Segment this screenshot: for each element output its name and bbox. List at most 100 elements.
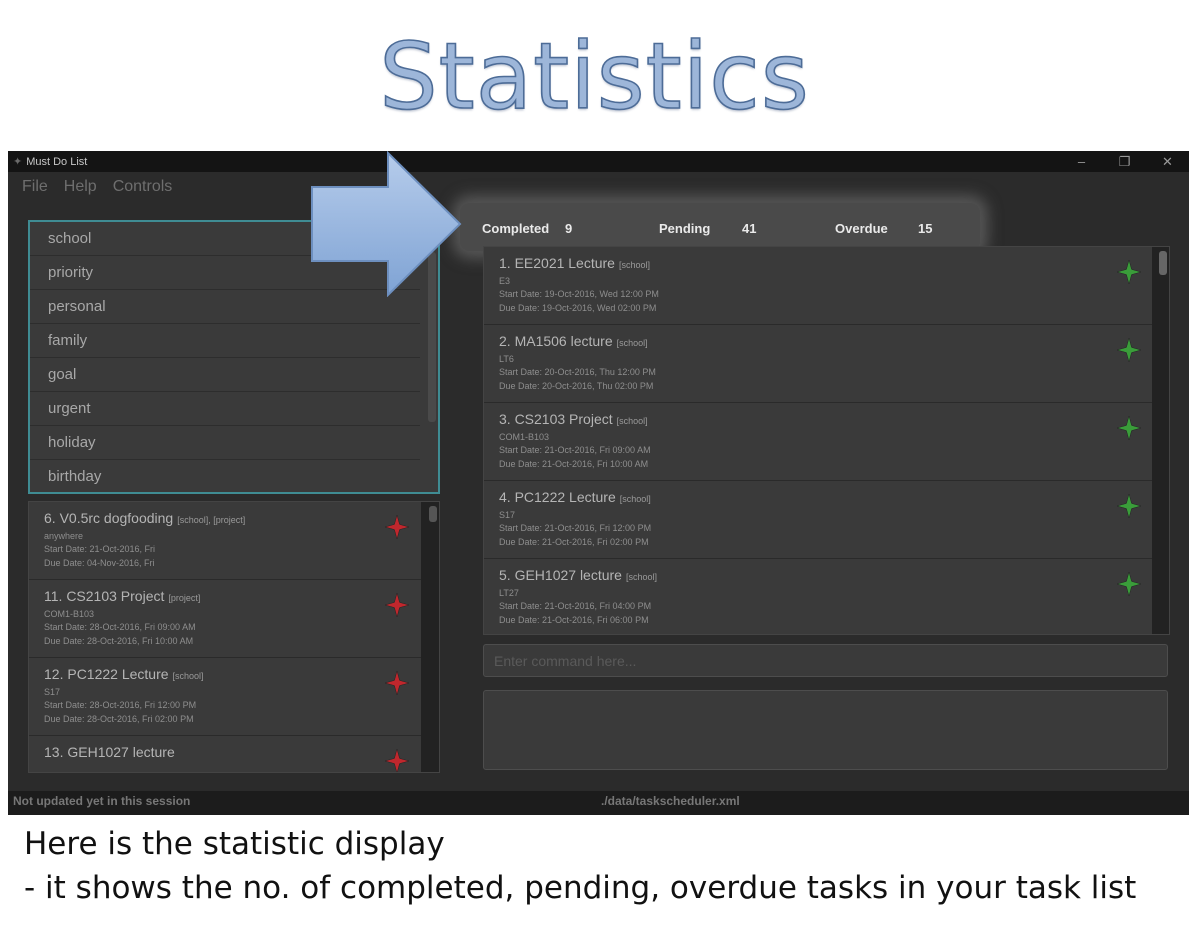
task-list[interactable]: 1. EE2021 Lecture [school] E3 Start Date: 1…	[483, 246, 1170, 635]
task-card[interactable]: 1. EE2021 Lecture [school] E3 Start Date: 1…	[484, 247, 1152, 325]
task-start: Start Date: 21-Oct-2016, Fri 12:00 PM	[499, 523, 652, 533]
green-star-icon	[1116, 571, 1142, 597]
sync-status: Not updated yet in this session	[13, 794, 191, 808]
tag-item[interactable]: holiday	[30, 426, 420, 460]
task-tags: [school]	[172, 671, 204, 681]
command-input[interactable]: Enter command here...	[483, 644, 1168, 677]
task-name: 2. MA1506 lecture	[499, 333, 613, 349]
tag-item[interactable]: family	[30, 324, 420, 358]
pending-count: 41	[742, 221, 757, 236]
task-due: Due Date: 28-Oct-2016, Fri 10:00 AM	[44, 636, 194, 646]
task-card[interactable]: 13. GEH1027 lecture	[29, 736, 421, 772]
task-card[interactable]: 3. CS2103 Project [school] COM1-B103 Start …	[484, 403, 1152, 481]
task-due: Due Date: 21-Oct-2016, Fri 10:00 AM	[499, 459, 649, 469]
red-star-icon	[384, 670, 410, 696]
save-location: ./data/taskscheduler.xml	[601, 794, 740, 808]
app-window: ✦ Must Do List – ❐ ✕ File Help Controls …	[8, 151, 1189, 815]
slide-title: Statistics	[378, 22, 810, 131]
task-start: Start Date: 19-Oct-2016, Wed 12:00 PM	[499, 289, 659, 299]
task-due: Due Date: 20-Oct-2016, Thu 02:00 PM	[499, 381, 654, 391]
caption-line-2: - it shows the no. of completed, pending…	[24, 870, 1137, 906]
green-star-icon	[1116, 493, 1142, 519]
menu-file[interactable]: File	[22, 178, 48, 196]
task-title: 11. CS2103 Project [project]	[44, 588, 200, 604]
task-tags: [school]	[616, 416, 648, 426]
task-venue: COM1-B103	[499, 432, 550, 442]
task-due: Due Date: 19-Oct-2016, Wed 02:00 PM	[499, 303, 657, 313]
task-title: 6. V0.5rc dogfooding [school], [project]	[44, 510, 245, 526]
task-start: Start Date: 28-Oct-2016, Fri 12:00 PM	[44, 700, 197, 710]
task-card[interactable]: 2. MA1506 lecture [school] LT6 Start Date: …	[484, 325, 1152, 403]
task-venue: S17	[44, 687, 61, 697]
task-venue: LT27	[499, 588, 519, 598]
task-title: 12. PC1222 Lecture [school]	[44, 666, 204, 682]
overdue-label: Overdue	[835, 221, 888, 236]
task-start: Start Date: 21-Oct-2016, Fri 09:00 AM	[499, 445, 651, 455]
priority-task-list[interactable]: 6. V0.5rc dogfooding [school], [project] a…	[28, 501, 440, 773]
task-title: 13. GEH1027 lecture	[44, 744, 179, 760]
green-star-icon	[1116, 415, 1142, 441]
close-button[interactable]: ✕	[1146, 151, 1189, 172]
task-tags: [school]	[619, 494, 651, 504]
task-tags: [school]	[625, 572, 657, 582]
task-venue: E3	[499, 276, 511, 286]
task-card[interactable]: 6. V0.5rc dogfooding [school], [project] a…	[29, 502, 421, 580]
menu-help[interactable]: Help	[64, 178, 97, 196]
task-list-scrollbar[interactable]	[1159, 251, 1167, 275]
red-star-icon	[384, 514, 410, 540]
task-name: 3. CS2103 Project	[499, 411, 613, 427]
task-title: 5. GEH1027 lecture [school]	[499, 567, 657, 583]
pending-label: Pending	[659, 221, 711, 236]
task-tags: [school]	[618, 260, 651, 270]
red-star-icon	[384, 748, 410, 772]
completed-count: 9	[565, 221, 573, 236]
tag-item[interactable]: goal	[30, 358, 420, 392]
task-name: 12. PC1222 Lecture	[44, 666, 169, 682]
task-title: 3. CS2103 Project [school]	[499, 411, 648, 427]
task-venue: COM1-B103	[44, 609, 95, 619]
task-name: 13. GEH1027 lecture	[44, 744, 175, 760]
window-controls: – ❐ ✕	[1060, 151, 1189, 172]
task-name: 6. V0.5rc dogfooding	[44, 510, 174, 526]
green-star-icon	[1116, 337, 1142, 363]
task-due: Due Date: 04-Nov-2016, Fri	[44, 558, 155, 568]
task-tags: [school]	[616, 338, 648, 348]
task-name: 5. GEH1027 lecture	[499, 567, 622, 583]
restore-button[interactable]: ❐	[1103, 151, 1146, 172]
menu-controls[interactable]: Controls	[113, 178, 173, 196]
task-venue: S17	[499, 510, 516, 520]
red-star-icon	[384, 592, 410, 618]
task-card[interactable]: 5. GEH1027 lecture [school] LT27 Start Date…	[484, 559, 1152, 634]
task-card[interactable]: 11. CS2103 Project [project] COM1-B103 Star…	[29, 580, 421, 658]
task-name: 1. EE2021 Lecture	[499, 255, 615, 271]
task-list-scrollbar[interactable]	[429, 506, 437, 522]
overdue-count: 15	[918, 221, 933, 236]
window-title: Must Do List	[26, 155, 88, 168]
caption-line-1: Here is the statistic display	[24, 826, 445, 862]
task-card[interactable]: 12. PC1222 Lecture [school] S17 Start Date:…	[29, 658, 421, 736]
green-star-icon	[1116, 259, 1142, 285]
completed-label: Completed	[482, 221, 550, 236]
task-due: Due Date: 21-Oct-2016, Fri 02:00 PM	[499, 537, 649, 547]
task-due: Due Date: 28-Oct-2016, Fri 02:00 PM	[44, 714, 194, 724]
task-tags: [project]	[168, 593, 201, 603]
task-start: Start Date: 28-Oct-2016, Fri 09:00 AM	[44, 622, 196, 632]
status-bar: Not updated yet in this session ./data/t…	[8, 791, 1189, 815]
task-due: Due Date: 21-Oct-2016, Fri 06:00 PM	[499, 615, 649, 625]
task-title: 4. PC1222 Lecture [school]	[499, 489, 651, 505]
app-icon: ✦	[13, 156, 23, 168]
menu-bar: File Help Controls	[8, 172, 1189, 202]
task-title: 2. MA1506 lecture [school]	[499, 333, 648, 349]
task-name: 11. CS2103 Project	[44, 588, 165, 604]
tag-item[interactable]: urgent	[30, 392, 420, 426]
task-start: Start Date: 20-Oct-2016, Thu 12:00 PM	[499, 367, 656, 377]
task-venue: LT6	[499, 354, 514, 364]
window-titlebar: ✦ Must Do List – ❐ ✕	[8, 151, 1189, 172]
task-title: 1. EE2021 Lecture [school]	[499, 255, 650, 271]
minimize-button[interactable]: –	[1060, 151, 1103, 172]
task-start: Start Date: 21-Oct-2016, Fri	[44, 544, 156, 554]
arrow-right-icon	[311, 151, 462, 297]
task-start: Start Date: 21-Oct-2016, Fri 04:00 PM	[499, 601, 652, 611]
task-card[interactable]: 4. PC1222 Lecture [school] S17 Start Date: …	[484, 481, 1152, 559]
tag-item[interactable]: birthday	[30, 460, 420, 492]
